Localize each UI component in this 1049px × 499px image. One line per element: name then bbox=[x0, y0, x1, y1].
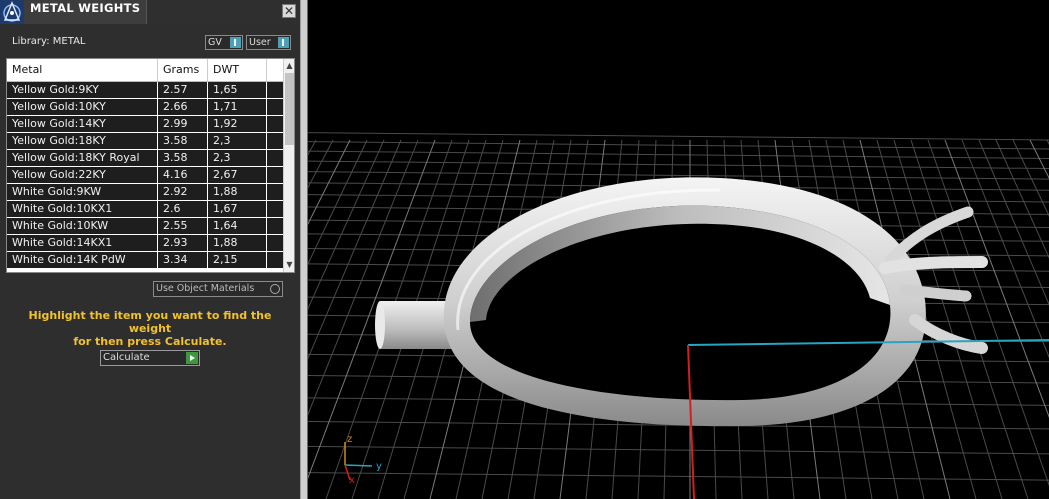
metal-cell: Yellow Gold:10KY bbox=[7, 99, 158, 115]
scroll-down-icon[interactable]: ▼ bbox=[284, 260, 294, 270]
column-header-metal[interactable]: Metal bbox=[7, 59, 158, 81]
grams-cell: 2.93 bbox=[158, 235, 208, 251]
calculate-button[interactable]: Calculate bbox=[100, 350, 200, 366]
panel-titlebar: METAL WEIGHTS ✕ bbox=[0, 0, 300, 24]
grams-cell: 3.34 bbox=[158, 252, 208, 268]
grams-cell: 3.58 bbox=[158, 150, 208, 166]
dwt-cell: 2,3 bbox=[208, 150, 267, 166]
instruction-line-2: for then press Calculate. bbox=[73, 335, 227, 348]
metal-cell: White Gold:10KW bbox=[7, 218, 158, 234]
metal-cell: White Gold:14K PdW bbox=[7, 252, 158, 268]
dwt-cell: 1,64 bbox=[208, 218, 267, 234]
library-label: Library: METAL bbox=[12, 36, 86, 47]
metal-cell: Yellow Gold:18KY bbox=[7, 133, 158, 149]
table-row[interactable]: White Gold:14KX1 2.93 1,88 bbox=[7, 235, 283, 252]
axis-z-label: z bbox=[347, 434, 352, 445]
grams-cell: 3.58 bbox=[158, 133, 208, 149]
axis-x-label: x bbox=[349, 475, 355, 486]
ring-model[interactable] bbox=[375, 177, 988, 427]
shank-cap bbox=[375, 301, 385, 349]
table-row[interactable]: White Gold:14K PdW 3.34 2,15 bbox=[7, 252, 283, 269]
dwt-cell: 1,88 bbox=[208, 235, 267, 251]
toggle-icon bbox=[230, 37, 241, 48]
dwt-cell: 1,67 bbox=[208, 201, 267, 217]
metal-cell: White Gold:10KX1 bbox=[7, 201, 158, 217]
app-logo-icon bbox=[0, 0, 24, 24]
column-header-grams[interactable]: Grams bbox=[158, 59, 208, 81]
calculate-label: Calculate bbox=[103, 352, 150, 363]
grams-cell: 2.57 bbox=[158, 82, 208, 98]
user-label: User bbox=[249, 37, 271, 48]
dwt-cell: 1,65 bbox=[208, 82, 267, 98]
table-scrollbar[interactable]: ▲ ▼ bbox=[283, 59, 294, 272]
table-row[interactable]: White Gold:9KW 2.92 1,88 bbox=[7, 184, 283, 201]
dwt-cell: 1,88 bbox=[208, 184, 267, 200]
dwt-cell: 2,15 bbox=[208, 252, 267, 268]
grams-cell: 2.92 bbox=[158, 184, 208, 200]
close-icon: ✕ bbox=[283, 4, 295, 18]
play-arrow-icon bbox=[186, 352, 198, 364]
metal-cell: Yellow Gold:18KY Royal bbox=[7, 150, 158, 166]
grams-cell: 2.6 bbox=[158, 201, 208, 217]
dwt-cell: 1,92 bbox=[208, 116, 267, 132]
user-toggle[interactable]: User bbox=[246, 35, 291, 50]
instruction-text: Highlight the item you want to find the … bbox=[10, 309, 290, 348]
table-body: Yellow Gold:9KY 2.57 1,65 Yellow Gold:10KY… bbox=[7, 82, 283, 269]
axis-gizmo: z y x bbox=[344, 434, 382, 486]
table-header: Metal Grams DWT bbox=[7, 59, 283, 82]
table-row[interactable]: White Gold:10KX1 2.6 1,67 bbox=[7, 201, 283, 218]
use-object-materials-label: Use Object Materials bbox=[156, 283, 255, 294]
grams-cell: 2.55 bbox=[158, 218, 208, 234]
dwt-cell: 2,3 bbox=[208, 133, 267, 149]
toggle-icon bbox=[278, 37, 289, 48]
table-row[interactable]: Yellow Gold:18KY 3.58 2,3 bbox=[7, 133, 283, 150]
close-button[interactable]: ✕ bbox=[282, 4, 296, 18]
metal-table[interactable]: Metal Grams DWT Yellow Gold:9KY 2.57 1,65 … bbox=[6, 58, 295, 273]
dwt-cell: 1,71 bbox=[208, 99, 267, 115]
viewport-scene: z y x bbox=[308, 132, 1049, 499]
metal-cell: Yellow Gold:9KY bbox=[7, 82, 158, 98]
gv-label: GV bbox=[208, 37, 222, 48]
table-row[interactable]: Yellow Gold:18KY Royal 3.58 2,3 bbox=[7, 150, 283, 167]
instruction-line-1: Highlight the item you want to find the … bbox=[28, 309, 272, 335]
metal-cell: Yellow Gold:14KY bbox=[7, 116, 158, 132]
table-row[interactable]: White Gold:10KW 2.55 1,64 bbox=[7, 218, 283, 235]
axis-y-label: y bbox=[376, 461, 382, 472]
metal-cell: White Gold:9KW bbox=[7, 184, 158, 200]
table-row[interactable]: Yellow Gold:14KY 2.99 1,92 bbox=[7, 116, 283, 133]
grams-cell: 4.16 bbox=[158, 167, 208, 183]
panel-splitter[interactable] bbox=[300, 0, 308, 499]
3d-viewport[interactable]: z y x bbox=[308, 0, 1049, 499]
metal-cell: Yellow Gold:22KY bbox=[7, 167, 158, 183]
scroll-thumb[interactable] bbox=[285, 73, 294, 145]
panel-title: METAL WEIGHTS bbox=[30, 1, 141, 15]
dwt-cell: 2,67 bbox=[208, 167, 267, 183]
metal-cell: White Gold:14KX1 bbox=[7, 235, 158, 251]
table-row[interactable]: Yellow Gold:9KY 2.57 1,65 bbox=[7, 82, 283, 99]
grams-cell: 2.99 bbox=[158, 116, 208, 132]
column-header-dwt[interactable]: DWT bbox=[208, 59, 267, 81]
gv-toggle[interactable]: GV bbox=[205, 35, 243, 50]
table-row[interactable]: Yellow Gold:10KY 2.66 1,71 bbox=[7, 99, 283, 116]
use-object-materials-option[interactable]: Use Object Materials bbox=[153, 281, 283, 297]
scroll-up-icon[interactable]: ▲ bbox=[284, 61, 294, 71]
radio-icon bbox=[270, 284, 280, 294]
metal-weights-panel: METAL WEIGHTS ✕ Library: METAL GV User M… bbox=[0, 0, 300, 499]
table-row[interactable]: Yellow Gold:22KY 4.16 2,67 bbox=[7, 167, 283, 184]
grams-cell: 2.66 bbox=[158, 99, 208, 115]
